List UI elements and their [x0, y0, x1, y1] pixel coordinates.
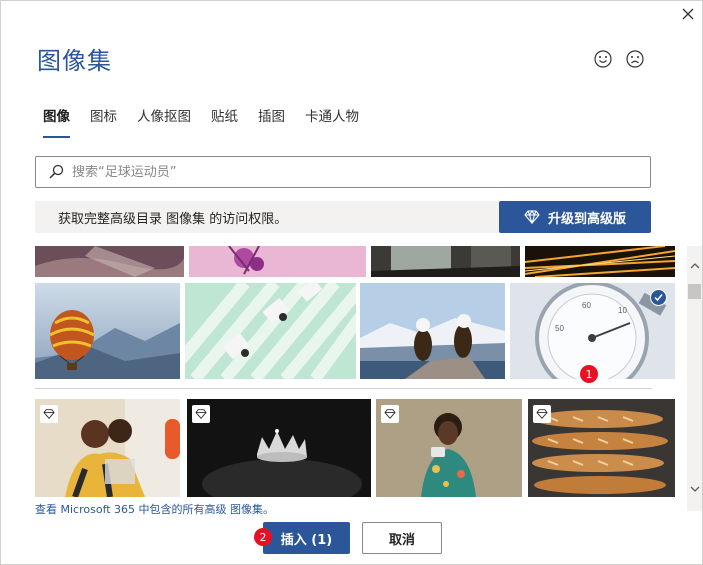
image-pink-flowers[interactable]	[189, 246, 366, 277]
tab-cartoon-people[interactable]: 卡通人物	[305, 108, 359, 138]
chevron-up-icon	[690, 263, 699, 269]
image-two-eagles[interactable]	[360, 283, 505, 379]
insert-button[interactable]: 插入 (1)	[263, 522, 350, 554]
image-crown-on-pillow[interactable]	[187, 399, 371, 497]
diamond-icon	[384, 409, 396, 419]
image-gallery-dialog: 图像集 图像 图标 人像抠图 贴纸 插图 卡通人物 获取完整高级目录 图像集 的…	[0, 0, 703, 565]
checkmark-icon	[654, 294, 663, 302]
diamond-icon	[536, 409, 548, 419]
svg-text:60: 60	[582, 301, 591, 310]
tab-stickers[interactable]: 贴纸	[211, 108, 238, 138]
cancel-button[interactable]: 取消	[362, 522, 442, 554]
tab-illustrations[interactable]: 插图	[258, 108, 285, 138]
image-aerial-office-desks[interactable]	[185, 283, 356, 379]
premium-badge	[192, 405, 210, 423]
search-icon	[49, 164, 64, 179]
premium-badge	[533, 405, 551, 423]
premium-badge	[381, 405, 399, 423]
image-stopwatch[interactable]: 50 60 10	[510, 283, 675, 379]
image-hot-air-balloon[interactable]	[35, 283, 180, 379]
premium-promo-banner: 获取完整高级目录 图像集 的访问权限。 升级到高级版	[35, 201, 651, 233]
close-button[interactable]	[677, 3, 699, 25]
diamond-icon	[195, 409, 207, 419]
search-input[interactable]	[72, 164, 632, 180]
svg-text:10: 10	[618, 306, 627, 315]
step-marker-1: 1	[580, 365, 598, 383]
frown-feedback-button[interactable]	[625, 49, 645, 69]
upgrade-button-label: 升级到高级版	[547, 211, 626, 227]
frown-icon	[626, 50, 644, 68]
image-woman-in-floral-dress[interactable]	[376, 399, 522, 497]
step-marker-2: 2	[254, 528, 272, 546]
smile-icon	[594, 50, 612, 68]
view-all-premium-link[interactable]: 查看 Microsoft 365 中包含的所有高级 图像集。	[35, 501, 274, 517]
selected-check-badge	[650, 289, 667, 306]
close-icon	[682, 8, 694, 20]
scroll-up-button[interactable]	[687, 259, 702, 273]
tab-images[interactable]: 图像	[43, 108, 70, 138]
image-baguettes[interactable]	[528, 399, 675, 497]
premium-badge	[40, 405, 58, 423]
tab-cutout-people[interactable]: 人像抠图	[137, 108, 191, 138]
diamond-icon	[524, 210, 540, 224]
promo-text: 获取完整高级目录 图像集 的访问权限。	[58, 211, 288, 227]
category-tabs: 图像 图标 人像抠图 贴纸 插图 卡通人物	[43, 108, 379, 138]
image-light-trails[interactable]	[525, 246, 675, 277]
gallery-scrollbar[interactable]	[687, 246, 702, 511]
scroll-thumb[interactable]	[688, 284, 701, 299]
image-car-window-view[interactable]	[371, 246, 520, 277]
smile-feedback-button[interactable]	[593, 49, 613, 69]
image-hand-with-phone[interactable]	[35, 246, 184, 277]
gallery-divider	[35, 388, 652, 389]
chevron-down-icon	[690, 486, 699, 492]
tab-icons[interactable]: 图标	[90, 108, 117, 138]
search-box	[35, 156, 651, 188]
image-embracing-people[interactable]	[35, 399, 180, 497]
image-gallery: 50 60 10	[35, 246, 675, 511]
upgrade-button[interactable]: 升级到高级版	[499, 201, 651, 233]
diamond-icon	[43, 409, 55, 419]
svg-text:50: 50	[555, 324, 564, 333]
scroll-down-button[interactable]	[687, 482, 702, 496]
dialog-title: 图像集	[37, 47, 112, 75]
